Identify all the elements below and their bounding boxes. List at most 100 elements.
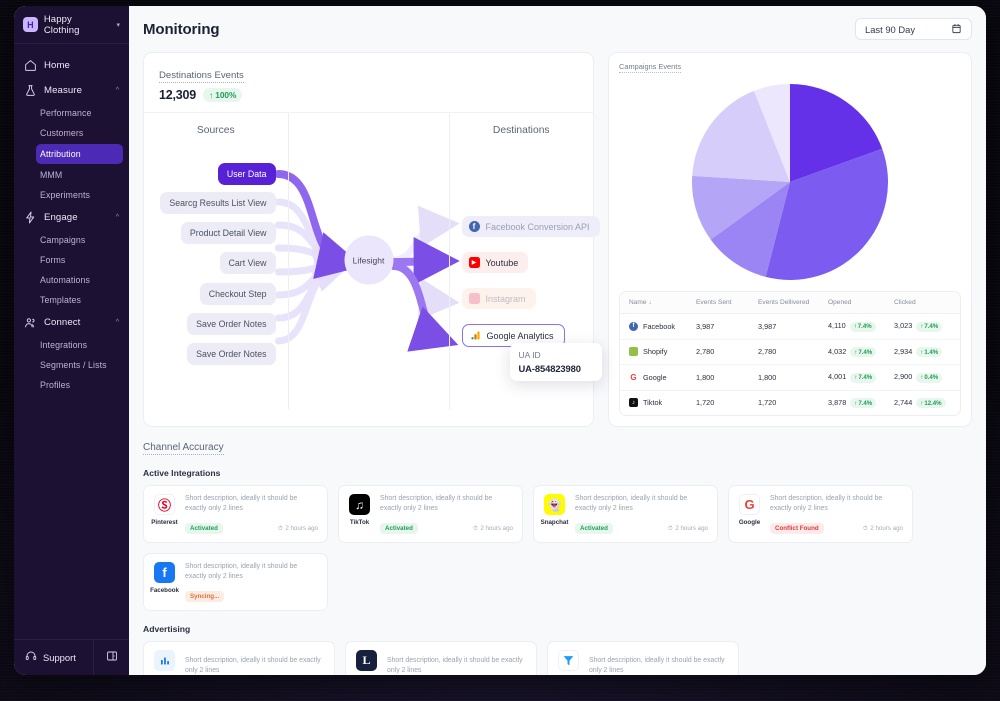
support-label: Support	[43, 652, 76, 663]
sidebar-item-engage[interactable]: Engage ^	[14, 205, 129, 230]
source-node-checkout-step[interactable]: Checkout Step	[199, 283, 276, 305]
integration-card-google[interactable]: G Google Short description, ideally it s…	[728, 485, 913, 543]
date-range-value: Last 90 Day	[865, 23, 916, 35]
sidebar-item-mmm[interactable]: MMM	[14, 165, 129, 185]
sidebar-item-segments-lists[interactable]: Segments / Lists	[14, 355, 129, 375]
hub-node-lifesight[interactable]: Lifesight	[344, 235, 393, 285]
clicked-delta-badge: ↑ 12.4%	[916, 398, 946, 408]
destination-node-facebook-conversion-api[interactable]: f Facebook Conversion API	[461, 216, 600, 237]
sidebar-item-measure[interactable]: Measure ^	[14, 78, 129, 103]
sidebar-item-integrations[interactable]: Integrations	[14, 335, 129, 355]
tooltip-value: UA-854823980	[518, 363, 581, 374]
sidebar-item-profiles[interactable]: Profiles	[14, 375, 129, 395]
instagram-icon	[468, 293, 480, 304]
google-icon: G	[739, 494, 760, 515]
destination-node-youtube[interactable]: ▶ Youtube	[461, 252, 529, 273]
integration-card-datarics[interactable]: Datarics Short description, ideally it s…	[143, 641, 335, 675]
table-row[interactable]: ♪ Tiktok 1,720 1,720 3,878 ↑ 7.4% 2,744 ↑ 12.…	[620, 390, 960, 415]
sidebar-footer: Support	[14, 639, 129, 675]
support-button[interactable]: Support	[14, 640, 94, 675]
tiktok-icon: ♪	[629, 398, 638, 408]
chevron-up-icon: ^	[115, 214, 119, 221]
column-header-name[interactable]: Name ↓	[620, 292, 696, 314]
clock-icon: ⏱	[472, 524, 478, 532]
sidebar-item-label: Measure	[44, 85, 83, 96]
status-badge: Activated	[185, 523, 223, 534]
column-header-clicked[interactable]: Clicked	[894, 292, 960, 314]
integration-name: TikTok	[349, 519, 370, 526]
google-analytics-icon	[470, 330, 481, 341]
source-node-product-detail-view[interactable]: Product Detail View	[180, 222, 276, 244]
kpi-delta-badge: ↑ 100%	[203, 88, 243, 102]
sidebar-item-home[interactable]: Home	[14, 53, 129, 78]
column-header-events-delivered[interactable]: Events Dellivered	[758, 292, 828, 314]
sources-header: Sources	[196, 125, 235, 136]
sources-column: Sources User Data Searcg Results List Vi…	[144, 113, 288, 409]
sidebar-item-automations[interactable]: Automations	[14, 270, 129, 290]
section-title-active-integrations: Active Integrations	[143, 468, 221, 478]
sidebar-item-forms[interactable]: Forms	[14, 250, 129, 270]
arrow-up-icon: ↑	[854, 399, 858, 407]
arrow-up-icon: ↑	[920, 323, 924, 330]
kpi-label: Destinations Events	[159, 70, 244, 83]
integration-card-tiktok[interactable]: ♫ TikTok Short description, ideally it s…	[338, 485, 523, 543]
opened-delta-badge: ↑ 7.4%	[850, 347, 877, 357]
sidebar-item-campaigns[interactable]: Campaigns	[14, 230, 129, 250]
sidebar-item-connect[interactable]: Connect ^	[14, 310, 129, 335]
arrow-up-icon: ↑	[209, 90, 214, 100]
source-node-save-order-notes-2[interactable]: Save Order Notes	[187, 343, 276, 365]
pinterest-icon: Ⓢ	[154, 494, 175, 515]
sidebar-item-templates[interactable]: Templates	[14, 290, 129, 310]
integration-card-triple-whale[interactable]: Triple Wh... Short description, ideally …	[547, 641, 739, 675]
datarics-icon	[154, 650, 175, 671]
integration-card-snapchat[interactable]: 👻 Snapchat Short description, ideally it…	[533, 485, 718, 543]
dashboard-row: Destinations Events 12,309 ↑ 100% Source…	[143, 52, 972, 427]
arrow-up-icon: ↑	[920, 399, 924, 407]
cell-opened: 4,110	[828, 321, 846, 330]
hub-column: Lifesight	[287, 113, 450, 409]
workspace-switcher[interactable]: H Happy Clothing ▾	[14, 6, 129, 44]
integration-description: Short description, ideally it should be …	[770, 495, 883, 512]
arrow-up-icon: ↑	[920, 374, 924, 381]
source-node-cart-view[interactable]: Cart View	[219, 252, 276, 274]
integration-card-lifetimely[interactable]: L Lifetimely Short description, ideally …	[345, 641, 537, 675]
table-row[interactable]: G Google 1,800 1,800 4,001 ↑ 7.4% 2,900 ↑ 0.4…	[620, 364, 960, 391]
clicked-delta-badge: ↑ 1.4%	[916, 347, 943, 357]
sidebar: H Happy Clothing ▾ Home Measure ^ Perfor…	[14, 6, 129, 675]
destination-label: Facebook Conversion API	[485, 221, 590, 232]
brand-logo: H	[23, 17, 38, 32]
cell-opened: 4,032	[828, 346, 847, 356]
date-range-picker[interactable]: Last 90 Day	[855, 18, 972, 40]
column-header-opened[interactable]: Opened	[828, 292, 894, 314]
status-badge: Syncing...	[185, 591, 225, 602]
column-header-events-sent[interactable]: Events Sent	[696, 292, 758, 314]
sidebar-item-attribution[interactable]: Attribution	[36, 144, 123, 164]
chevron-up-icon: ^	[115, 87, 119, 94]
source-node-save-order-notes-1[interactable]: Save Order Notes	[187, 313, 276, 335]
advertising-grid: Datarics Short description, ideally it s…	[143, 641, 972, 675]
lightning-icon	[24, 211, 37, 224]
arrow-up-icon: ↑	[920, 348, 924, 356]
table-row[interactable]: Shopify 2,780 2,780 4,032 ↑ 7.4% 2,934 ↑ 1.4…	[620, 339, 960, 365]
kpi-value: 12,309	[159, 88, 197, 102]
sidebar-item-customers[interactable]: Customers	[14, 123, 129, 143]
destination-node-instagram[interactable]: Instagram	[461, 288, 536, 309]
cell-events-sent: 2,780	[696, 339, 758, 365]
cell-events-delivered: 1,800	[758, 364, 828, 391]
application-window: H Happy Clothing ▾ Home Measure ^ Perfor…	[14, 6, 986, 675]
source-node-search-results[interactable]: Searcg Results List View	[160, 192, 276, 214]
page-title: Monitoring	[143, 20, 220, 38]
integration-card-facebook[interactable]: f Facebook Short description, ideally it…	[143, 553, 328, 611]
source-node-user-data[interactable]: User Data	[217, 163, 276, 185]
opened-delta-badge: ↑ 7.4%	[850, 398, 877, 408]
table-row[interactable]: f Facebook 3,987 3,987 4,110 ↑ 7.4% 3,023 ↑ 7…	[620, 313, 960, 340]
integration-card-pinterest[interactable]: Ⓢ Pinterest Short description, ideally i…	[143, 485, 328, 543]
arrow-up-icon: ↑	[854, 348, 858, 356]
clicked-delta-badge: ↑ 0.4%	[916, 372, 943, 383]
collapse-sidebar-button[interactable]	[94, 640, 129, 675]
sidebar-item-experiments[interactable]: Experiments	[14, 185, 129, 205]
clicked-delta-badge: ↑ 7.4%	[916, 321, 943, 332]
sidebar-item-performance[interactable]: Performance	[14, 103, 129, 123]
tiktok-icon: ♫	[349, 494, 370, 515]
integration-description: Short description, ideally it should be …	[185, 657, 321, 674]
